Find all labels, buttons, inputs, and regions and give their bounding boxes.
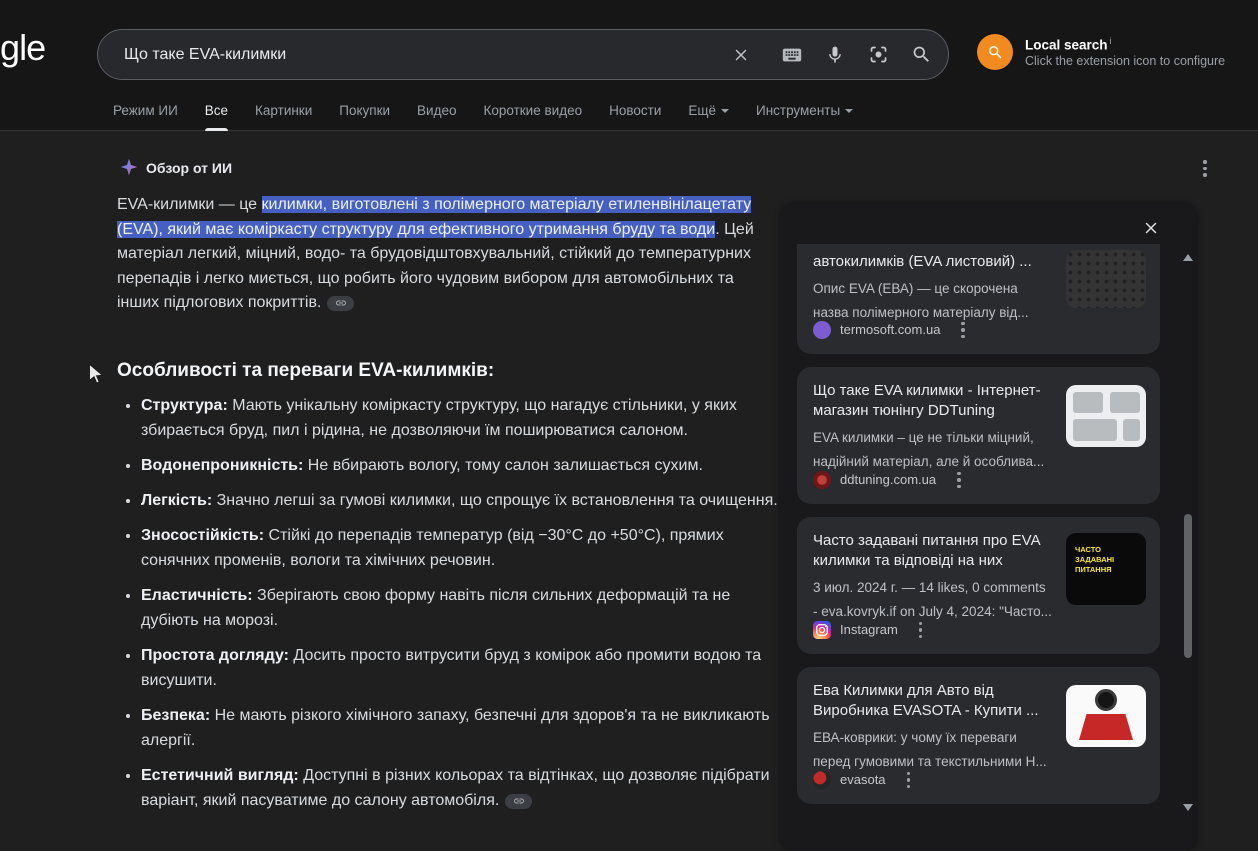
source-link-chip[interactable] (327, 295, 355, 311)
ai-overview-paragraph: EVA-килимки — це килимки, виготовлені з … (117, 193, 775, 316)
card-source-name: termosoft.com.ua (840, 322, 941, 338)
card-source-name: Instagram (840, 622, 898, 638)
mouse-cursor (86, 363, 106, 385)
source-card-termosoft[interactable]: автокилимків (EVA листовий) ... Опис EVA… (797, 244, 1160, 354)
tab-ai-mode[interactable]: Режим ИИ (113, 103, 178, 131)
tab-tools[interactable]: Инструменты (756, 103, 854, 131)
list-item: Легкість: Значно легші за гумові килимки… (141, 488, 779, 513)
card-more-options-button[interactable] (953, 468, 965, 493)
sources-side-panel: автокилимків (EVA листовий) ... Опис EVA… (780, 202, 1197, 851)
list-item: Еластичність: Зберігають свою форму наві… (141, 583, 779, 633)
ddtuning-favicon (813, 470, 831, 489)
tab-videos[interactable]: Видео (417, 103, 456, 131)
search-header: Google (0, 0, 1258, 131)
close-icon[interactable] (1139, 216, 1163, 240)
extension-subtitle: Click the extension icon to configure (1025, 54, 1226, 68)
scroll-down-arrow[interactable] (1183, 804, 1193, 811)
source-card-evasota[interactable]: Ева Килимки для Авто від Виробника EVASO… (797, 667, 1160, 804)
card-thumbnail[interactable]: ЧАСТО ЗАДАВАНІ ПИТАННЯ (1066, 533, 1146, 605)
scrollbar-thumb[interactable] (1184, 514, 1192, 658)
evasota-favicon (813, 770, 831, 789)
card-more-options-button[interactable] (903, 768, 915, 793)
tab-images[interactable]: Картинки (255, 103, 312, 131)
tab-short-videos[interactable]: Короткие видео (484, 103, 583, 131)
source-card-ddtuning[interactable]: Що таке EVA килимки - Інтернет-магазин т… (797, 367, 1160, 504)
search-submit-icon[interactable] (910, 44, 932, 66)
tab-all[interactable]: Все (204, 103, 229, 131)
card-thumbnail[interactable] (1066, 385, 1146, 447)
card-more-options-button[interactable] (915, 618, 927, 643)
ai-sparkle-icon (119, 157, 139, 177)
list-item: Зносостійкість: Стійкі до перепадів темп… (141, 523, 779, 573)
ai-overview-label: Обзор от ИИ (146, 160, 233, 176)
card-title[interactable]: Що таке EVA килимки - Інтернет-магазин т… (813, 381, 1047, 421)
extension-title: Local search i (1025, 36, 1112, 53)
card-more-options-button[interactable] (957, 318, 969, 343)
card-title[interactable]: Часто задавані питання про EVA килимки т… (813, 531, 1047, 571)
tab-more[interactable]: Ещё (688, 103, 729, 131)
tab-shopping[interactable]: Покупки (339, 103, 390, 131)
chevron-down-icon (720, 109, 729, 113)
source-cards-list: автокилимків (EVA листовий) ... Опис EVA… (797, 244, 1160, 843)
card-source-name: evasota (840, 772, 886, 788)
thumbnail-text: ЧАСТО ЗАДАВАНІ ПИТАННЯ (1075, 545, 1115, 574)
source-card-instagram[interactable]: Часто задавані питання про EVA килимки т… (797, 517, 1160, 654)
termosoft-favicon (813, 320, 831, 339)
features-list: Структура: Мають унікальну коміркасту ст… (117, 393, 779, 823)
card-source-row: ddtuning.com.ua (813, 468, 965, 493)
card-source-row: termosoft.com.ua (813, 318, 969, 343)
google-logo[interactable]: Google (0, 26, 46, 70)
lens-search-icon[interactable] (867, 44, 889, 66)
intro-before: EVA-килимки — це (117, 196, 262, 213)
source-link-chip[interactable] (505, 793, 533, 809)
card-source-row: evasota (813, 768, 914, 793)
card-title[interactable]: Ева Килимки для Авто від Виробника EVASO… (813, 681, 1047, 721)
extension-info-superscript: i (1109, 36, 1112, 46)
card-source-row: Instagram (813, 618, 926, 643)
card-source-name: ddtuning.com.ua (840, 472, 937, 488)
card-title[interactable]: автокилимків (EVA листовий) ... (813, 252, 1047, 272)
card-thumbnail[interactable] (1066, 685, 1146, 747)
features-heading: Особливості та переваги EVA-килимків: (117, 360, 495, 381)
local-search-extension-icon[interactable] (977, 34, 1013, 70)
list-item: Естетичний вигляд: Доступні в різних кол… (141, 763, 779, 813)
tab-news[interactable]: Новости (609, 103, 661, 131)
list-item: Безпека: Не мають різкого хімічного запа… (141, 703, 779, 753)
google-search-page: Google (0, 0, 1258, 851)
list-item: Водонепроникність: Не вбирають вологу, т… (141, 453, 779, 478)
card-thumbnail[interactable] (1066, 250, 1146, 308)
results-tabs: Режим ИИ Все Картинки Покупки Видео Коро… (113, 0, 854, 131)
instagram-icon (813, 620, 831, 639)
overview-more-options-button[interactable] (1199, 156, 1211, 181)
list-item: Структура: Мають унікальну коміркасту ст… (141, 393, 779, 443)
list-item: Простота догляду: Досить просто витрусит… (141, 643, 779, 693)
scroll-up-arrow[interactable] (1183, 254, 1193, 261)
chevron-down-icon (845, 109, 854, 113)
